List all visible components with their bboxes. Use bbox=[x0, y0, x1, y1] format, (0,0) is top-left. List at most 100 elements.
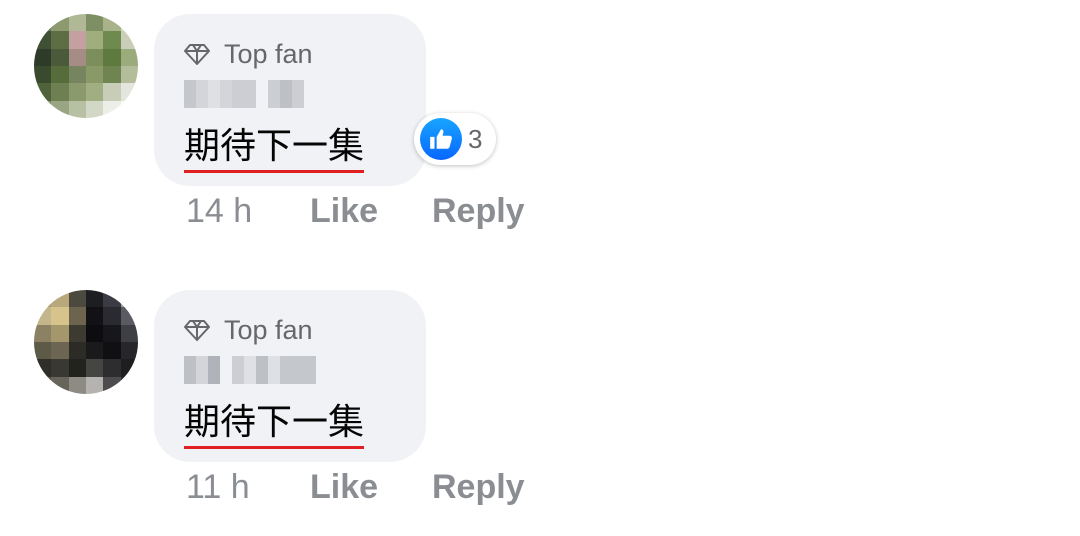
blurred-name-block bbox=[244, 80, 256, 108]
avatar-pixel bbox=[34, 376, 52, 394]
comment: Top fan 期待下一集 3 14 h Like Reply bbox=[0, 0, 1080, 260]
blurred-name-block bbox=[268, 80, 280, 108]
avatar-pixel bbox=[68, 66, 86, 84]
avatar-pixel bbox=[103, 376, 121, 394]
reply-button[interactable]: Reply bbox=[432, 192, 525, 231]
avatar-pixel bbox=[120, 48, 138, 66]
blurred-name-block bbox=[292, 80, 304, 108]
avatar-pixel bbox=[103, 359, 121, 377]
avatar-pixel bbox=[103, 342, 121, 360]
avatar-pixel bbox=[120, 83, 138, 101]
timestamp[interactable]: 11 h bbox=[186, 468, 250, 507]
avatar-pixel bbox=[51, 100, 69, 118]
blurred-name-block bbox=[208, 356, 220, 384]
avatar-pixel bbox=[34, 31, 52, 49]
thumbs-up-icon bbox=[420, 118, 462, 160]
comment-bubble[interactable]: Top fan 期待下一集 bbox=[154, 290, 426, 462]
avatar-pixel bbox=[86, 14, 104, 32]
top-fan-label: Top fan bbox=[224, 38, 313, 69]
avatar-pixel bbox=[120, 66, 138, 84]
avatar[interactable] bbox=[34, 290, 138, 394]
blurred-name-block bbox=[304, 356, 316, 384]
avatar-pixel bbox=[51, 324, 69, 342]
avatar-pixel bbox=[68, 83, 86, 101]
diamond-icon bbox=[184, 320, 210, 341]
avatar-pixel bbox=[86, 48, 104, 66]
avatar-pixel bbox=[86, 100, 104, 118]
avatar-pixel bbox=[103, 66, 121, 84]
avatar-pixel bbox=[103, 14, 121, 32]
avatar-pixel bbox=[86, 31, 104, 49]
avatar-pixel bbox=[68, 307, 86, 325]
comment: Top fan 期待下一集 11 h Like Reply bbox=[0, 276, 1080, 536]
blurred-name-block bbox=[208, 80, 220, 108]
avatar-pixel bbox=[68, 14, 86, 32]
avatar-pixel bbox=[120, 342, 138, 360]
avatar-pixel bbox=[51, 31, 69, 49]
avatar-pixel bbox=[103, 48, 121, 66]
timestamp[interactable]: 14 h bbox=[186, 192, 252, 231]
blurred-name-block bbox=[232, 80, 244, 108]
avatar-pixel bbox=[51, 83, 69, 101]
avatar-pixel bbox=[86, 342, 104, 360]
avatar-pixel bbox=[68, 100, 86, 118]
avatar-pixel bbox=[120, 324, 138, 342]
avatar-pixel bbox=[51, 290, 69, 308]
avatar-pixel bbox=[51, 14, 69, 32]
top-fan-label: Top fan bbox=[224, 314, 313, 345]
avatar-pixel bbox=[34, 359, 52, 377]
avatar-pixel bbox=[86, 83, 104, 101]
reaction-number: 3 bbox=[468, 123, 483, 154]
avatar-pixel bbox=[120, 14, 138, 32]
like-button[interactable]: Like bbox=[310, 192, 378, 231]
avatar-pixel bbox=[103, 324, 121, 342]
blurred-name-block bbox=[220, 80, 232, 108]
blurred-name-block bbox=[196, 356, 208, 384]
avatar-pixel bbox=[51, 376, 69, 394]
avatar-pixel bbox=[120, 100, 138, 118]
avatar[interactable] bbox=[34, 14, 138, 118]
avatar-pixel bbox=[120, 290, 138, 308]
blurred-name-block bbox=[292, 356, 304, 384]
avatar-pixel bbox=[103, 290, 121, 308]
avatar-pixel bbox=[86, 359, 104, 377]
avatar-pixel bbox=[34, 342, 52, 360]
blurred-name-block bbox=[232, 356, 244, 384]
comment-text: 期待下一集 bbox=[184, 401, 365, 449]
avatar-pixel bbox=[34, 100, 52, 118]
avatar-pixel bbox=[68, 324, 86, 342]
diamond-icon bbox=[184, 44, 210, 65]
avatar-pixel bbox=[86, 66, 104, 84]
avatar-pixel bbox=[34, 290, 52, 308]
avatar-pixel bbox=[51, 359, 69, 377]
like-button[interactable]: Like bbox=[310, 468, 378, 507]
avatar-pixel bbox=[51, 307, 69, 325]
avatar-pixel bbox=[68, 359, 86, 377]
blurred-name-block bbox=[268, 356, 280, 384]
avatar-pixel bbox=[34, 307, 52, 325]
reply-button[interactable]: Reply bbox=[432, 468, 525, 507]
avatar-pixel bbox=[103, 31, 121, 49]
avatar-pixel bbox=[68, 48, 86, 66]
author-name[interactable] bbox=[184, 80, 304, 108]
avatar-pixel bbox=[51, 342, 69, 360]
comment-text: 期待下一集 bbox=[184, 125, 365, 173]
author-name[interactable] bbox=[184, 356, 316, 384]
avatar-pixel bbox=[68, 31, 86, 49]
avatar-pixel bbox=[34, 324, 52, 342]
comment-bubble[interactable]: Top fan 期待下一集 bbox=[154, 14, 426, 186]
avatar-pixel bbox=[34, 14, 52, 32]
top-fan-badge: Top fan bbox=[184, 314, 313, 346]
avatar-pixel bbox=[103, 307, 121, 325]
top-fan-badge: Top fan bbox=[184, 38, 313, 70]
blurred-name-block bbox=[184, 80, 196, 108]
avatar-pixel bbox=[68, 342, 86, 360]
avatar-pixel bbox=[34, 66, 52, 84]
reaction-count[interactable]: 3 bbox=[414, 113, 496, 165]
avatar-pixel bbox=[34, 48, 52, 66]
avatar-pixel bbox=[68, 290, 86, 308]
blurred-name-block bbox=[184, 356, 196, 384]
blurred-name-block bbox=[244, 356, 256, 384]
avatar-pixel bbox=[120, 31, 138, 49]
avatar-pixel bbox=[120, 376, 138, 394]
